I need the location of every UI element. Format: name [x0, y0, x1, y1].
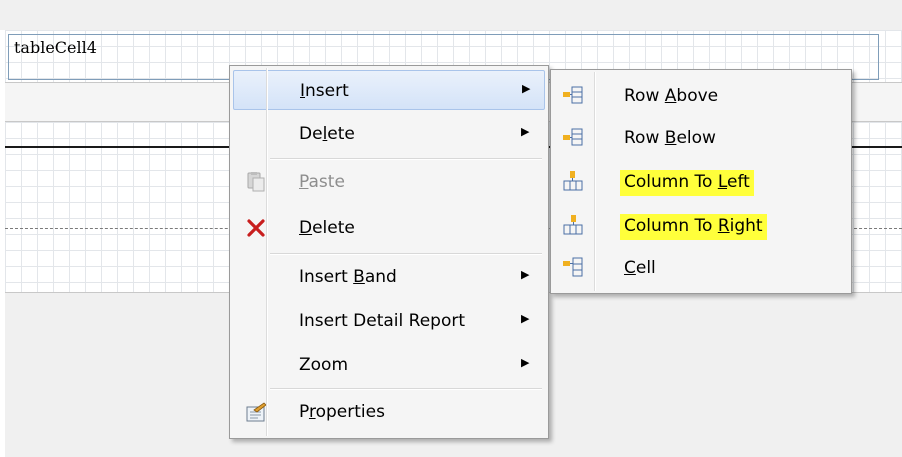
submenu-arrow-icon: ▶ [521, 356, 530, 369]
menu-separator [270, 158, 542, 160]
menu-item-label: Zoom [299, 355, 349, 375]
column-right-icon [562, 214, 584, 236]
menu-item-label: Delete [299, 218, 355, 238]
menu-separator [270, 253, 542, 255]
menu-item-label: Delete [299, 124, 355, 144]
menu-item-delete-submenu[interactable]: Delete ▶ [233, 114, 545, 154]
delete-x-icon [245, 217, 267, 239]
menu-item-label: Insert Detail Report [299, 311, 465, 331]
menu-item-insert[interactable]: Insert ▶ [233, 70, 545, 110]
submenu-arrow-icon: ▶ [521, 125, 530, 138]
submenu-item-row-below[interactable]: Row Below [554, 116, 848, 158]
submenu-item-label: Row Below [624, 128, 716, 148]
table-cell-text[interactable]: tableCell4 [14, 38, 97, 57]
menu-item-label: Paste [299, 172, 345, 192]
menu-icon-column-divider [266, 68, 268, 436]
submenu-icon-column-divider [594, 72, 596, 291]
submenu-item-label: Row Above [624, 86, 719, 106]
menu-item-delete[interactable]: Delete [233, 208, 545, 248]
row-above-icon [562, 84, 584, 106]
menu-item-insert-detail-report[interactable]: Insert Detail Report ▶ [233, 301, 545, 341]
menu-item-insert-band[interactable]: Insert Band ▶ [233, 257, 545, 297]
submenu-item-cell[interactable]: Cell [554, 246, 848, 288]
submenu-item-label: Column To Right [620, 214, 767, 240]
menu-item-paste[interactable]: Paste [233, 162, 545, 202]
designer-top-strip [0, 0, 902, 30]
properties-icon [245, 401, 267, 423]
menu-item-properties[interactable]: Properties [233, 392, 545, 432]
submenu-arrow-icon: ▶ [521, 312, 530, 325]
menu-item-label: Insert [300, 81, 349, 101]
context-menu: Insert ▶ Delete ▶ Paste Delete Insert Ba… [229, 65, 549, 439]
submenu-item-column-to-right[interactable]: Column To Right [554, 204, 848, 246]
submenu-arrow-icon: ▶ [521, 268, 530, 281]
menu-separator [270, 388, 542, 390]
submenu-item-row-above[interactable]: Row Above [554, 74, 848, 116]
submenu-item-column-to-left[interactable]: Column To Left [554, 160, 848, 202]
submenu-item-label: Column To Left [620, 170, 754, 196]
column-left-icon [562, 170, 584, 192]
menu-item-label: Properties [299, 402, 385, 422]
cell-icon [562, 256, 584, 278]
submenu-arrow-icon: ▶ [522, 82, 531, 95]
row-below-icon [562, 126, 584, 148]
menu-item-label: Insert Band [299, 267, 397, 287]
menu-item-zoom[interactable]: Zoom ▶ [233, 345, 545, 385]
submenu-item-label: Cell [624, 258, 656, 278]
paste-icon [245, 171, 267, 193]
